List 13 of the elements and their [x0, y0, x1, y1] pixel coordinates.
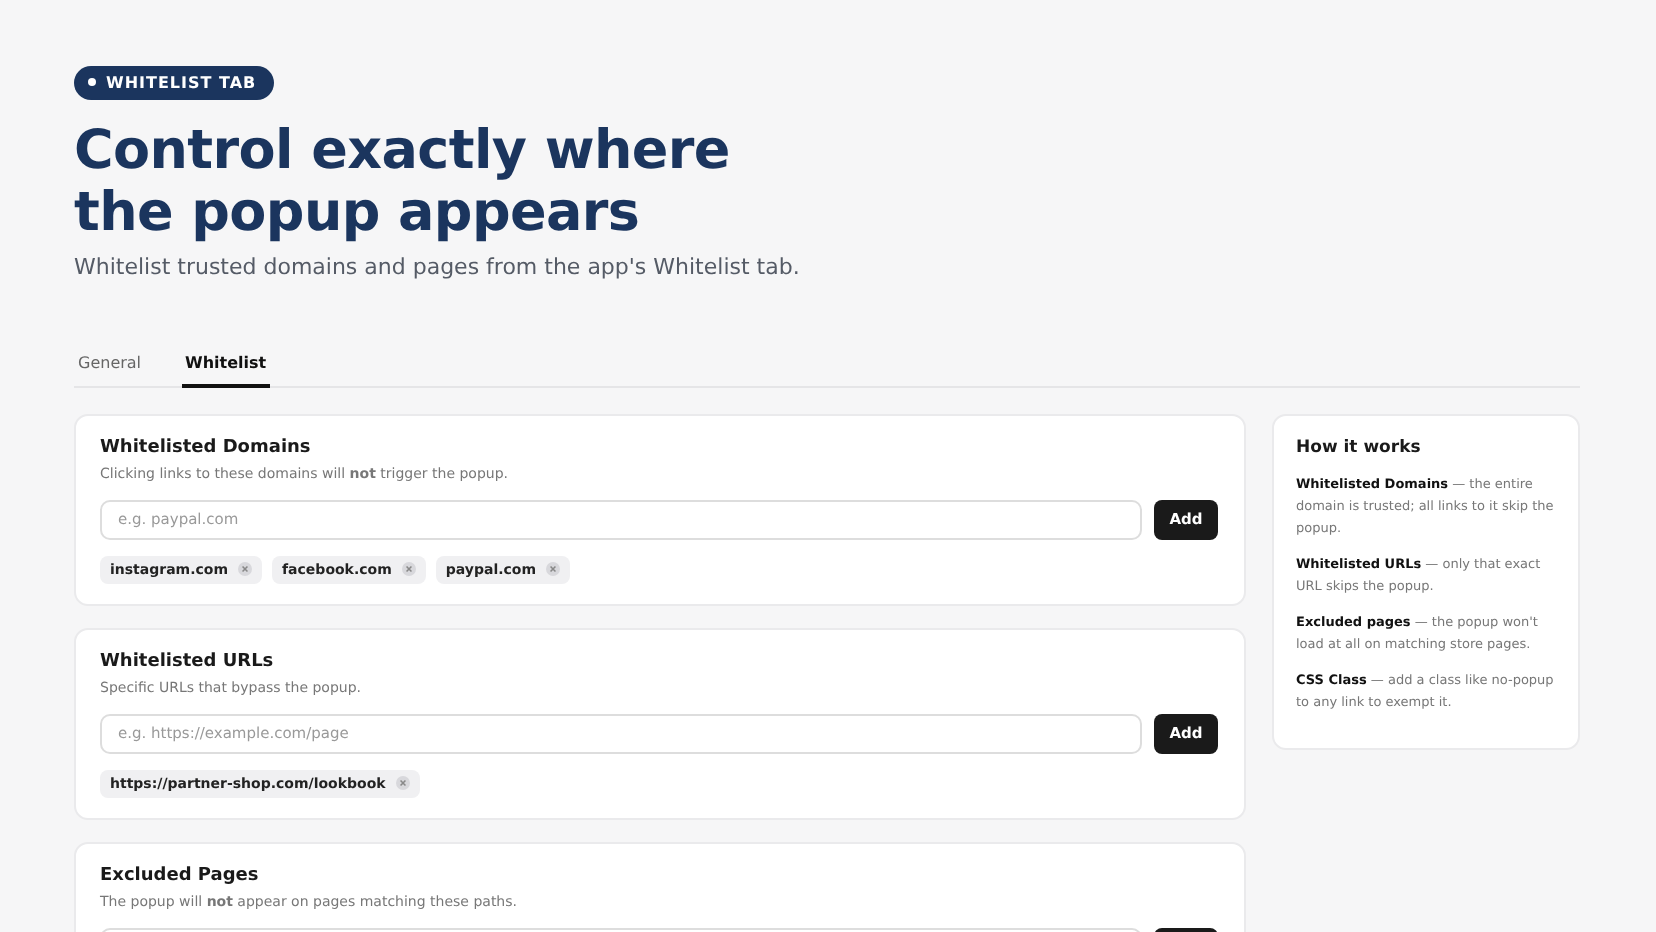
page-subtitle: Whitelist trusted domains and pages from the app's Whitelist tab. [74, 253, 802, 279]
tab[interactable]: General [74, 345, 146, 387]
card-title: Whitelisted Domains [100, 437, 313, 457]
remove-icon[interactable] [401, 562, 416, 576]
card-title: Excluded Pages [100, 865, 261, 885]
remove-icon[interactable] [395, 776, 410, 790]
tab[interactable]: Whitelist [181, 345, 271, 387]
card-title: Whitelisted URLs [100, 651, 276, 671]
page-title: Control exactly where the popup appears [74, 119, 732, 243]
panel-title: How it works [1296, 437, 1423, 457]
remove-icon[interactable] [546, 562, 561, 576]
remove-icon[interactable] [238, 562, 253, 576]
section-badge: WHITELIST TAB [74, 65, 275, 99]
